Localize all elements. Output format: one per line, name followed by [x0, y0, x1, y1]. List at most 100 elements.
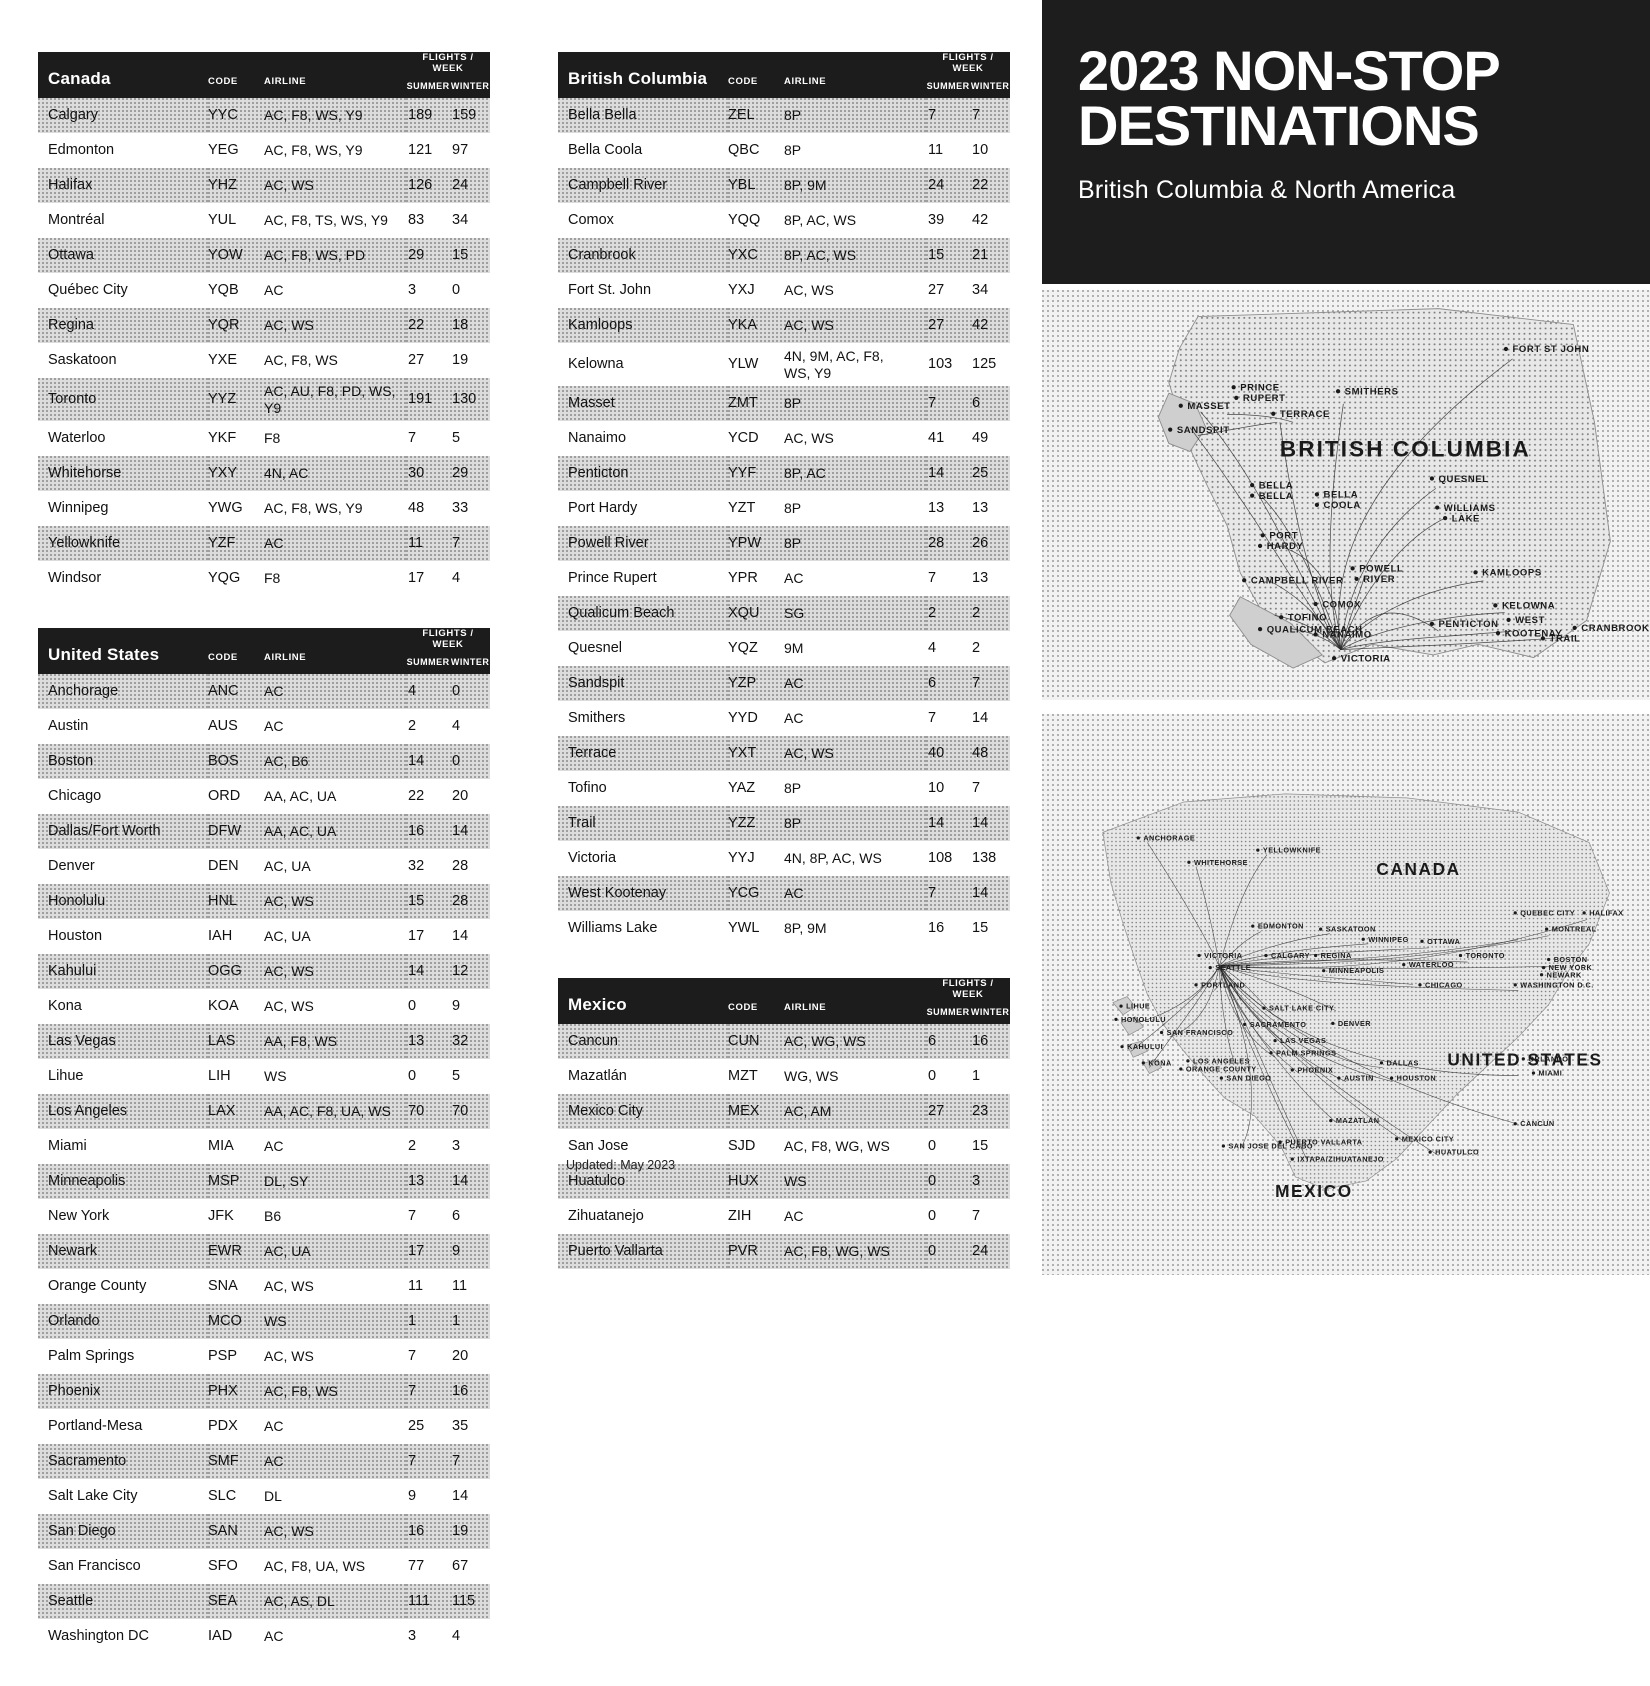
- map-na-svg: CANADA UNITED STATES MEXICO ANCHORAGE YELLO…: [1102, 793, 1623, 1201]
- cell-airline: AC, WS: [264, 884, 406, 920]
- cell-summer: 11: [408, 1277, 424, 1294]
- cell-summer: 27: [408, 351, 425, 368]
- table-row: Anchorage ANC AC 4 0: [38, 674, 491, 710]
- map-city-dot: [1361, 937, 1365, 941]
- cell-code: YXT: [728, 736, 784, 772]
- map-city-dot: [1329, 1119, 1333, 1123]
- flights-per-week-group: FLIGHTS / WEEK SUMMER WINTER: [406, 628, 490, 674]
- map-city-dot: [1279, 615, 1284, 620]
- page-title: 2023 NON-STOP DESTINATIONS: [1078, 43, 1616, 154]
- cell-airline: F8: [264, 570, 281, 587]
- cell-code: YYC: [208, 98, 264, 133]
- cell-winter: 3: [452, 1137, 461, 1154]
- cell-code: KOA: [208, 997, 239, 1014]
- cell-airline: 8P: [784, 806, 926, 842]
- cell-code: YPR: [728, 569, 758, 586]
- cell-city: Kelowna: [568, 355, 624, 372]
- flights-header-cell: FLIGHTS / WEEK SUMMER WINTER: [926, 52, 1011, 98]
- cell-code: MIA: [208, 1137, 234, 1154]
- cell-code: DEN: [208, 857, 239, 874]
- cell-airline: WS: [264, 1304, 406, 1340]
- winter-header: WINTER: [970, 81, 1010, 91]
- cell-city: Seattle: [38, 1584, 208, 1620]
- cell-airline: AC: [264, 718, 284, 735]
- cell-winter: 12: [450, 954, 491, 990]
- cell-code: YLW: [728, 355, 759, 372]
- table-row: Whitehorse YXY 4N, AC 30 29: [38, 456, 491, 492]
- map-label-huatulco: HUATULCO: [1435, 1148, 1479, 1157]
- map-city-dot: [1221, 1144, 1226, 1148]
- table-row: Bella Coola QBC 8P 11 10: [558, 133, 1010, 168]
- table-row: Waterloo YKF F8 7 5: [38, 421, 490, 456]
- code-header: CODE: [728, 1002, 758, 1014]
- cell-winter: 14: [450, 1164, 491, 1200]
- cell-airline: 8P, AC, WS: [784, 212, 857, 229]
- cell-code: YZF: [208, 526, 264, 562]
- cell-winter: 6: [970, 386, 1011, 422]
- cell-summer: 17: [406, 1234, 450, 1270]
- cell-summer: 3: [408, 281, 417, 298]
- cell-winter: 70: [450, 1094, 491, 1130]
- table-row: Austin AUS AC 2 4: [38, 709, 490, 744]
- table-row: Honolulu HNL AC, WS 15 28: [38, 884, 491, 920]
- cell-city: Salt Lake City: [48, 1487, 138, 1504]
- table-row: Smithers YYD AC 7 14: [558, 701, 1010, 736]
- cell-code: HNL: [208, 884, 264, 920]
- cell-winter: 4: [452, 717, 461, 734]
- cell-summer: 103: [928, 355, 953, 372]
- map-label-united-states: UNITED STATES: [1447, 1049, 1602, 1069]
- cell-code: PSP: [208, 1347, 238, 1364]
- table-row: Montréal YUL AC, F8, TS, WS, Y9 83 34: [38, 203, 490, 238]
- cell-summer: 13: [928, 499, 945, 516]
- map-label-montreal: MONTREAL: [1552, 925, 1597, 934]
- cell-code: PVR: [728, 1234, 784, 1270]
- region-title: Canada: [48, 69, 111, 88]
- cell-summer: 7: [408, 429, 417, 446]
- map-city-dot: [1541, 966, 1546, 970]
- cell-summer: 16: [406, 814, 450, 850]
- cell-code: ANC: [208, 674, 264, 710]
- cell-city: San Francisco: [48, 1557, 141, 1574]
- cell-airline: AC, WS: [264, 1278, 314, 1295]
- map-label-kona: KONA: [1148, 1058, 1172, 1067]
- map-label-palm-springs: PALM SPRINGS: [1276, 1048, 1336, 1057]
- map-city-dot: [1572, 625, 1577, 630]
- cell-airline: 8P, AC: [784, 456, 926, 492]
- map-city-dot: [1231, 385, 1236, 390]
- table-row: Victoria YYJ 4N, 8P, AC, WS 108 138: [558, 841, 1010, 876]
- cell-airline: AC, UA: [264, 858, 311, 875]
- flights-header-cell: FLIGHTS / WEEK SUMMER WINTER: [406, 628, 491, 675]
- cell-winter: 25: [970, 456, 1011, 492]
- cell-airline: AC, UA: [264, 928, 311, 945]
- map-city-dot: [1540, 636, 1546, 641]
- cell-code: PDX: [208, 1417, 238, 1434]
- cell-code: YYJ: [728, 849, 755, 866]
- cell-city: Chicago: [48, 787, 102, 804]
- cell-city: Tofino: [568, 779, 607, 796]
- cell-summer: 7: [926, 386, 970, 422]
- cell-code: JFK: [208, 1207, 234, 1224]
- cell-city: Bella Bella: [558, 98, 728, 133]
- table-row: Palm Springs PSP AC, WS 7 20: [38, 1339, 490, 1374]
- map-city-dot: [1458, 953, 1463, 958]
- cell-code: SMF: [208, 1444, 264, 1480]
- map-label-masset: MASSET: [1187, 401, 1230, 412]
- map-city-dot: [1269, 1051, 1273, 1055]
- winter-header: WINTER: [450, 81, 490, 91]
- cell-airline: 8P: [784, 386, 926, 422]
- cell-code: LAX: [208, 1094, 264, 1130]
- cell-summer: 40: [926, 736, 970, 772]
- cell-airline: 8P: [784, 98, 926, 133]
- cell-summer: 27: [928, 281, 945, 298]
- cell-airline: AC: [264, 1418, 284, 1435]
- cell-summer: 14: [406, 954, 450, 990]
- cell-airline: AC, F8, WS, Y9: [264, 98, 406, 133]
- cell-code: ZEL: [728, 98, 784, 133]
- cell-summer: 48: [408, 499, 425, 516]
- cell-city: Phoenix: [38, 1374, 208, 1410]
- map-label-rupert: RUPERT: [1243, 393, 1286, 404]
- map-city-dot: [1582, 911, 1586, 915]
- cell-summer: 41: [928, 429, 945, 446]
- cell-winter: 29: [450, 456, 491, 492]
- cell-winter: 0: [450, 744, 491, 780]
